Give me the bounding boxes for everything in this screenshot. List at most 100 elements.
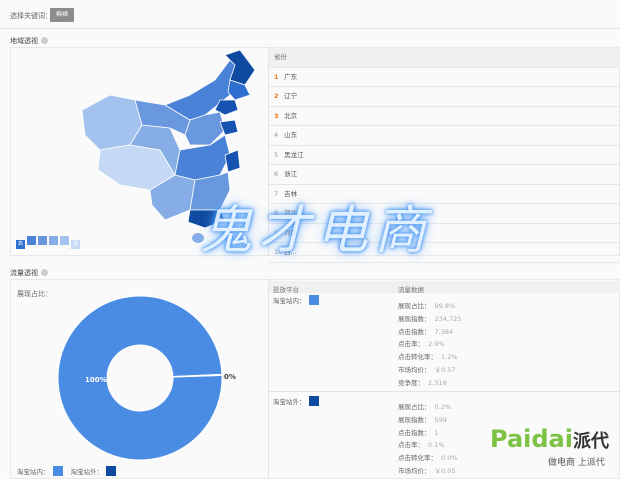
metric-value: 7,384 [434,327,454,336]
metric-value: 0.0% [441,454,458,463]
pie-slice-inside [57,295,223,461]
province-table-header: 省份 [269,48,620,68]
watermark: 鬼才电商 [200,201,433,261]
traffic-pie-chart: 100% 0% [57,295,236,461]
region-section-title: 地域透视 [10,36,48,46]
metric-row: 展现占比： 99.8% [398,300,455,310]
platform-label: 淘宝站内： [273,297,306,305]
metric-value: 2.9% [428,340,445,349]
metric-row: 市场均价： ￥0.05 [398,465,455,475]
traffic-section-title: 流量透视 [10,268,48,278]
legend-swatch-outside[interactable] [106,466,116,476]
metric-value: ￥0.05 [434,467,456,475]
province-name: 山东 [284,131,298,139]
province-name: 北京 [284,111,298,120]
metric-value: 1.2% [441,353,458,362]
col-data: 流量数据 [398,286,424,294]
metric-key: 点击率： [398,441,424,450]
metric-row: 点击转化率： 0.0% [398,452,458,462]
legend-high[interactable]: 高 [16,240,25,249]
pie-label-outside: 0% [224,373,236,381]
metric-key: 展现占比： [398,302,431,310]
metric-row: 点击率： 2.9% [398,338,445,348]
platform-label: 淘宝站外： [273,398,306,406]
col-platform: 投放平台 [273,286,299,294]
province-name: 浙江 [284,170,298,178]
metric-row: 点击指数： 7,384 [398,326,453,336]
keyword-label: 选择关键词： [10,12,52,20]
paidai-logo: Paidai派代做电商 上派代 [490,425,609,468]
province-row[interactable]: 5 黑龙江 [269,146,620,165]
legend-swatch[interactable] [27,236,36,245]
traffic-title: 流量透视 [10,269,38,277]
platform-name: 淘宝站外： [273,396,319,406]
metric-value: 0.2% [434,403,452,411]
legend-swatch[interactable] [60,236,69,245]
province-row[interactable]: 2 辽宁 [269,87,620,107]
legend-label-inside: 淘宝站内： [17,468,50,476]
metric-value: 99.8% [434,302,456,310]
province-row[interactable]: 1 广东 [269,68,620,87]
metric-value: 0.1% [428,441,445,450]
province-row[interactable]: 6 浙江 [269,165,620,185]
keyword-button[interactable]: 棉裙 [50,8,74,22]
metric-value: 599 [434,415,447,424]
pie-label-inside: 100% [85,376,107,384]
metric-key: 点击转化率： [398,454,437,463]
metric-value: ￥0.57 [434,366,456,374]
legend-low[interactable]: 低 [71,240,80,249]
metric-key: 市场均价： [398,467,431,475]
province-rank: 2 [274,92,279,100]
metric-key: 点击转化率： [398,353,437,362]
province-rank: 6 [274,170,279,178]
platform-name: 淘宝站内： [273,295,319,305]
help-icon[interactable] [41,269,48,276]
legend-swatch-inside[interactable] [52,466,63,476]
traffic-table-header [269,281,620,293]
metric-key: 市场均价： [398,366,431,374]
metric-row: 展现指数： 599 [398,414,447,424]
metric-value: 234,725 [434,314,462,323]
legend-label-outside: 淘宝站外： [70,468,104,476]
metric-key: 点击率： [398,340,424,349]
pie-legend: 淘宝站内： 淘宝站外： [17,466,116,476]
metric-key: 展现占比： [398,403,431,411]
platform-swatch [308,396,319,406]
province-row[interactable]: 4 山东 [269,126,620,146]
metric-value: 1 [434,428,439,437]
province-name: 辽宁 [284,92,298,100]
divider [0,28,620,29]
logo-cn: 派代 [572,431,609,452]
metric-row: 点击率： 0.1% [398,439,445,449]
province-row[interactable]: 3 北京 [269,107,620,126]
metric-key: 竞争度： [398,378,424,387]
metric-row: 市场均价： ￥0.57 [398,364,455,374]
divider [268,279,269,479]
platform-swatch [308,295,319,305]
province-rank: 3 [274,111,279,120]
logo-brand: Paidai [490,425,573,453]
metric-key: 展现指数： [398,314,431,323]
metric-row: 点击转化率： 1.2% [398,351,458,361]
metric-row: 展现指数： 234,725 [398,313,461,323]
metric-row: 点击指数： 1 [398,427,439,437]
metric-key: 点击指数： [398,327,431,336]
metric-value: 2,319 [428,378,447,387]
pie-label: 展现占比： [17,290,52,298]
metric-row: 竞争度： 2,319 [398,377,447,387]
province-name: 黑龙江 [284,150,304,159]
province-rank: 1 [274,72,279,81]
legend-swatch[interactable] [49,236,58,245]
map-legend: 高低 [16,236,82,249]
province-rank: 5 [274,150,279,159]
divider [269,391,620,392]
metric-key: 点击指数： [398,428,431,437]
logo-slogan: 做电商 上派代 [548,458,605,468]
legend-swatch[interactable] [38,236,47,245]
metric-key: 展现指数： [398,415,431,424]
province-rank: 4 [274,131,279,139]
province-name: 广东 [284,72,298,81]
region-title: 地域透视 [10,37,38,45]
help-icon[interactable] [41,37,48,44]
metric-row: 展现占比： 0.2% [398,401,451,411]
